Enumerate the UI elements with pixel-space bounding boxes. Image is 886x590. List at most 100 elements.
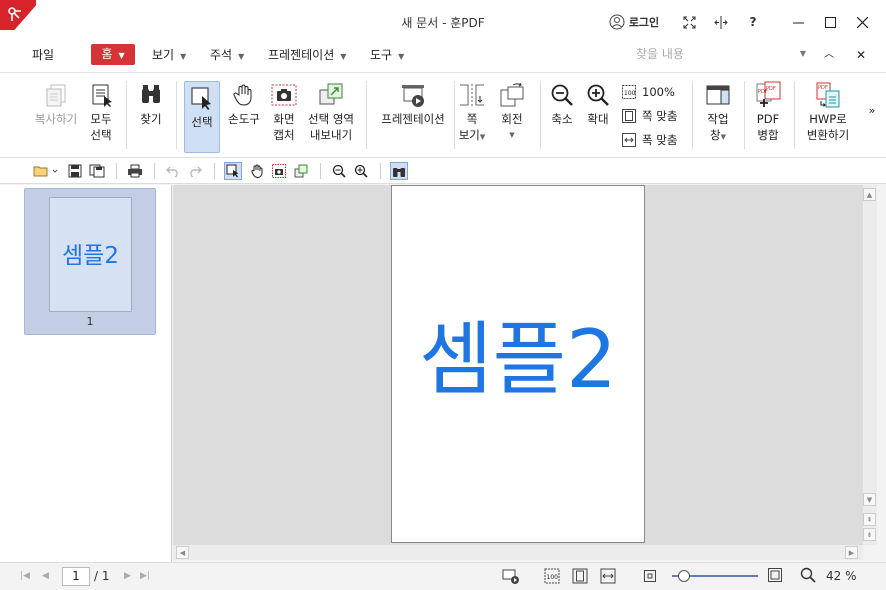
- redo-icon[interactable]: [186, 162, 204, 180]
- chevron-down-icon[interactable]: ▼: [800, 44, 806, 64]
- menu-view[interactable]: 보기 ▼: [152, 44, 186, 72]
- svg-text:100: 100: [624, 90, 636, 97]
- pdf-merge-label-2: 병합: [757, 128, 779, 142]
- copy-icon: [32, 79, 80, 111]
- first-page-icon[interactable]: |◀: [20, 571, 30, 581]
- search-input[interactable]: 찾을 내용 ▼: [628, 44, 810, 64]
- menu-tools-label: 도구: [370, 48, 393, 62]
- divider: [366, 81, 367, 149]
- chevron-down-icon: ▼: [509, 131, 515, 139]
- magnifier-icon[interactable]: [800, 567, 816, 586]
- help-button[interactable]: ?: [744, 8, 762, 36]
- export-area-icon[interactable]: [292, 162, 310, 180]
- close-icon[interactable]: [852, 8, 872, 36]
- menu-presentation[interactable]: 프레젠테이션 ▼: [268, 44, 346, 72]
- chevron-down-icon: ▼: [398, 52, 405, 61]
- maximize-icon[interactable]: [820, 8, 840, 36]
- divider: [454, 81, 455, 149]
- previous-page-icon[interactable]: ⇞: [863, 513, 876, 526]
- scroll-up-icon[interactable]: ▲: [863, 188, 876, 201]
- hand-tool-button[interactable]: 손도구: [224, 79, 264, 127]
- zoom-in-button[interactable]: 확대: [582, 79, 614, 127]
- user-icon: [609, 14, 625, 30]
- next-page-icon[interactable]: ▶: [124, 571, 131, 581]
- presentation-label: 프레젠테이션: [381, 112, 445, 126]
- select-tool-button[interactable]: 선택: [184, 81, 220, 153]
- horizontal-scrollbar[interactable]: ◀ ▶: [173, 545, 863, 560]
- fit-width-icon[interactable]: [600, 568, 616, 587]
- chevron-down-icon: ▼: [180, 52, 187, 61]
- select-cursor-icon: [185, 82, 219, 114]
- fullscreen-icon[interactable]: [680, 8, 698, 36]
- pdf-merge-icon: PDF PDF: [750, 79, 786, 111]
- select-all-button[interactable]: 모두 선택: [84, 79, 118, 143]
- zoom-level: 42 %: [826, 569, 857, 583]
- page-view-label-2: 보기▼: [458, 128, 486, 142]
- presentation-button[interactable]: 프레젠테이션: [374, 79, 452, 127]
- select-all-icon: [84, 79, 118, 111]
- chevron-down-icon: ▼: [238, 52, 245, 61]
- hwp-convert-button[interactable]: PDF HWP로 변환하기: [800, 79, 856, 143]
- copy-button[interactable]: 복사하기: [32, 79, 80, 127]
- login-button[interactable]: 로그인: [604, 8, 664, 36]
- find-button[interactable]: 찾기: [134, 79, 168, 127]
- export-selection-button[interactable]: 선택 영역 내보내기: [304, 79, 358, 143]
- page-number-input[interactable]: 1: [62, 567, 90, 586]
- undo-icon[interactable]: [164, 162, 182, 180]
- select-cursor-icon[interactable]: [224, 162, 242, 180]
- vertical-scrollbar[interactable]: ▲ ▼ ⇞ ⇟: [863, 185, 877, 545]
- zoom-out-label: 축소: [551, 112, 573, 126]
- login-label: 로그인: [628, 16, 660, 29]
- menu-annotate-label: 주석: [210, 48, 233, 62]
- scroll-right-icon[interactable]: ▶: [845, 546, 858, 559]
- chevron-down-icon: ▼: [479, 133, 486, 141]
- document-page[interactable]: 셈플2: [391, 185, 645, 543]
- ribbon: 복사하기 모두 선택 찾기 선택 손도구 화면 캡처 선택 영역 내보내기 프레…: [0, 72, 886, 158]
- presentation-icon[interactable]: [502, 568, 520, 587]
- presentation-icon: [374, 79, 452, 111]
- zoom-in-large-icon[interactable]: [768, 568, 782, 585]
- ribbon-more-icon[interactable]: »: [866, 103, 878, 119]
- chevron-down-icon: ▼: [720, 133, 726, 141]
- app-window: 새 문서 - 훈PDF 로그인 ? 파일 홈 ▼ 보기 ▼ 주석 ▼ 프레젠테이션 ▼ …: [0, 0, 886, 590]
- prev-page-icon[interactable]: ◀: [42, 571, 49, 581]
- next-page-icon[interactable]: ⇟: [863, 528, 876, 541]
- actual-size-icon[interactable]: 100: [544, 568, 560, 587]
- last-page-icon[interactable]: ▶|: [140, 571, 150, 581]
- zoom-100-button[interactable]: 100 100%: [622, 81, 675, 103]
- rotate-button[interactable]: 회전 ▼: [494, 79, 530, 143]
- zoom-out-small-icon[interactable]: [644, 570, 656, 585]
- open-folder-icon[interactable]: [32, 162, 60, 180]
- fit-page-button[interactable]: 쪽 맞춤: [622, 105, 677, 127]
- menu-home[interactable]: 홈 ▼: [91, 44, 135, 65]
- zoom-slider-handle[interactable]: [678, 570, 690, 582]
- scroll-down-icon[interactable]: ▼: [863, 493, 876, 506]
- binoculars-icon[interactable]: [390, 162, 408, 180]
- task-window-button[interactable]: 작업 창▼: [700, 79, 736, 145]
- menu-file[interactable]: 파일: [32, 44, 54, 72]
- print-icon[interactable]: [126, 162, 144, 180]
- menu-tools[interactable]: 도구 ▼: [370, 44, 404, 72]
- copy-label: 복사하기: [34, 112, 78, 126]
- close-tab-icon[interactable]: ✕: [856, 44, 866, 72]
- document-view[interactable]: 셈플2: [173, 185, 863, 545]
- hand-icon[interactable]: [248, 162, 266, 180]
- split-view-icon[interactable]: [712, 8, 730, 36]
- page-thumbnail[interactable]: 셈플2 1: [24, 188, 156, 335]
- screen-capture-button[interactable]: 화면 캡처: [266, 79, 302, 143]
- menu-annotate[interactable]: 주석 ▼: [210, 44, 244, 72]
- scroll-left-icon[interactable]: ◀: [176, 546, 189, 559]
- zoom-in-icon[interactable]: [352, 162, 370, 180]
- fit-width-button[interactable]: 폭 맞춤: [622, 129, 677, 151]
- zoom-out-button[interactable]: 축소: [546, 79, 578, 127]
- select-all-label-1: 모두: [90, 112, 112, 126]
- collapse-ribbon-icon[interactable]: ︿: [824, 44, 834, 72]
- pdf-merge-button[interactable]: PDF PDF PDF 병합: [750, 79, 786, 143]
- save-all-icon[interactable]: [88, 162, 106, 180]
- save-icon[interactable]: [66, 162, 84, 180]
- page-view-button[interactable]: 쪽 보기▼: [456, 79, 488, 145]
- fit-page-icon[interactable]: [572, 568, 588, 587]
- minimize-icon[interactable]: [788, 8, 808, 36]
- zoom-out-icon[interactable]: [330, 162, 348, 180]
- camera-icon[interactable]: [270, 162, 288, 180]
